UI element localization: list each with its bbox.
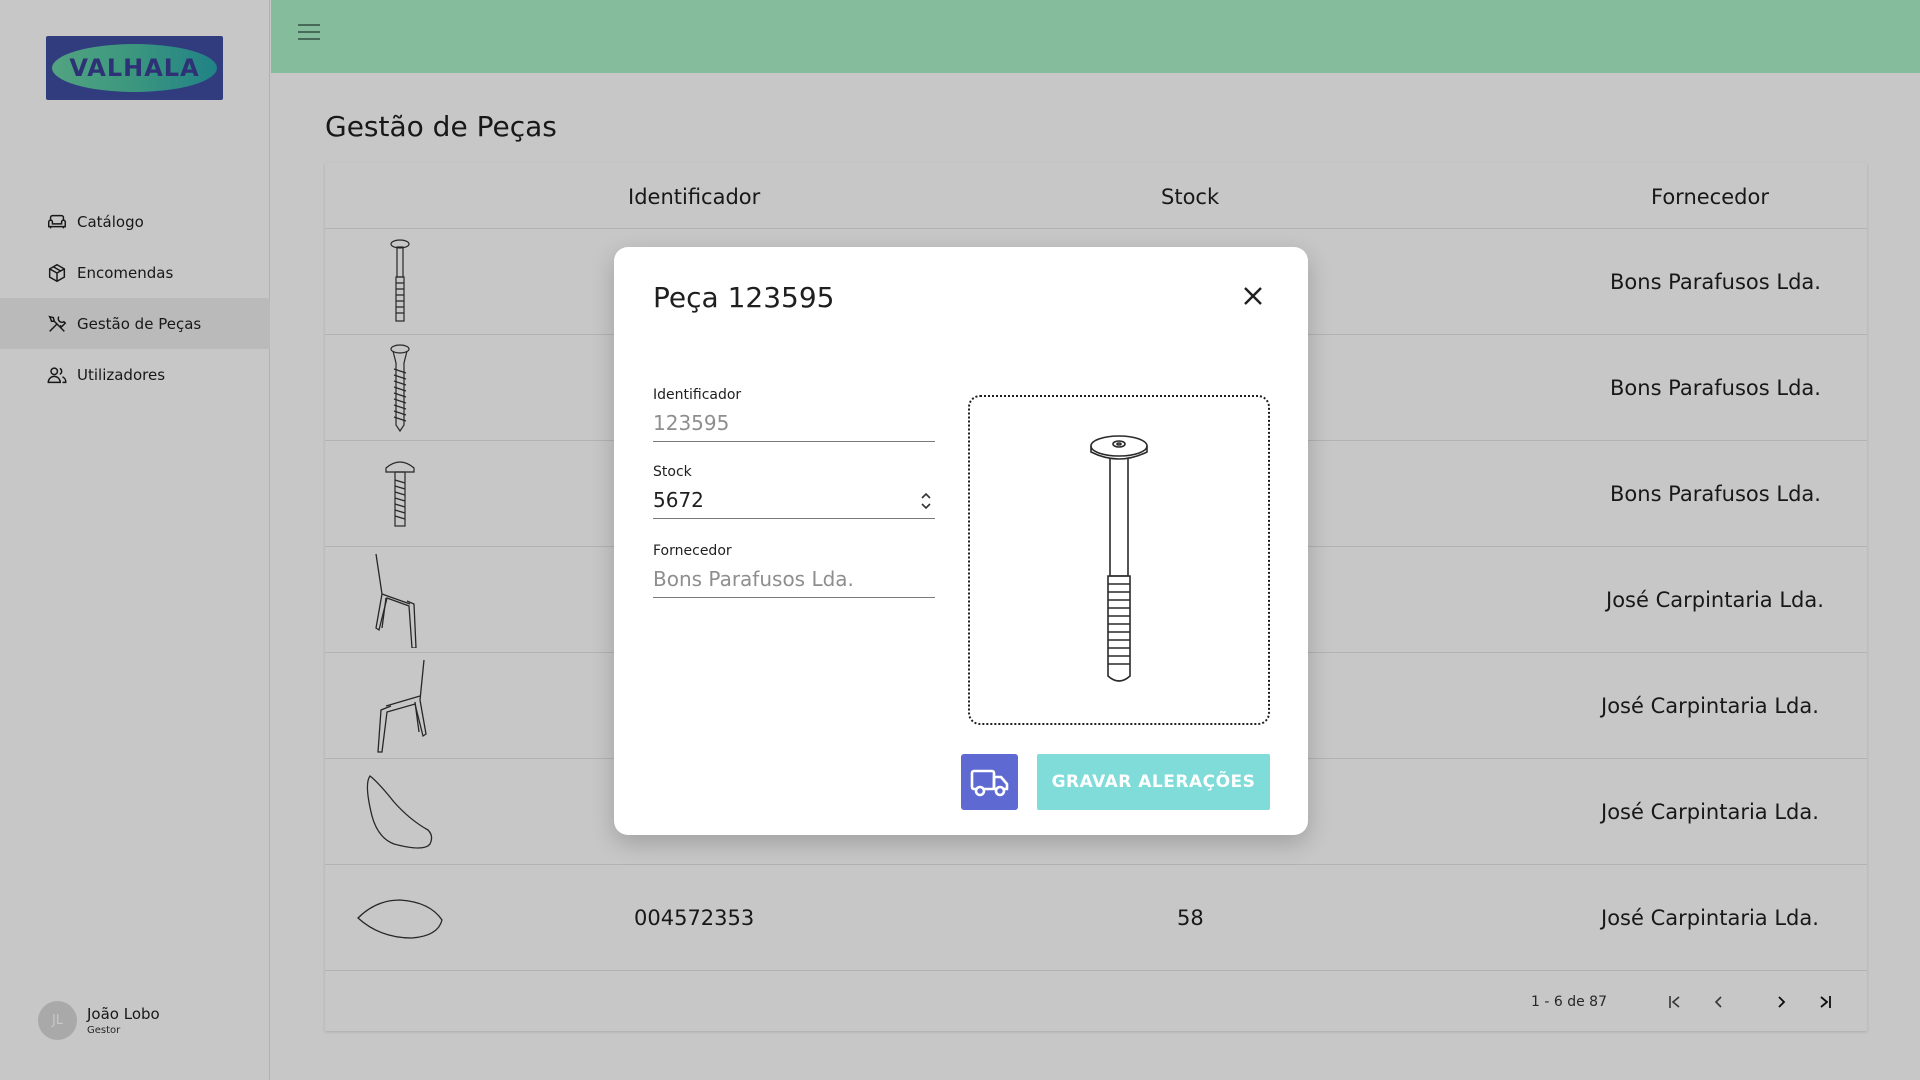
order-supply-button[interactable] [961, 754, 1018, 810]
save-changes-button[interactable]: GRAVAR ALERAÇÕES [1037, 754, 1270, 810]
supplier-label: Fornecedor [653, 543, 732, 559]
stock-value: 5672 [653, 488, 704, 512]
part-edit-dialog: Peça 123595 Identificador 123595 Stock 5… [614, 247, 1308, 835]
stock-input[interactable]: 5672 [653, 488, 935, 519]
truck-icon [970, 769, 1008, 797]
part-image [1090, 435, 1148, 682]
stock-field: Stock 5672 [653, 464, 935, 519]
supplier-input: Bons Parafusos Lda. [653, 567, 935, 598]
supplier-field: Fornecedor Bons Parafusos Lda. [653, 543, 935, 598]
stock-label: Stock [653, 464, 692, 480]
part-image-dropzone[interactable] [968, 395, 1270, 725]
identifier-field: Identificador 123595 [653, 387, 935, 442]
close-icon[interactable] [1240, 283, 1266, 309]
identifier-input: 123595 [653, 411, 935, 442]
identifier-label: Identificador [653, 387, 742, 403]
dialog-title: Peça 123595 [653, 281, 835, 314]
number-stepper-icon[interactable] [919, 490, 933, 512]
